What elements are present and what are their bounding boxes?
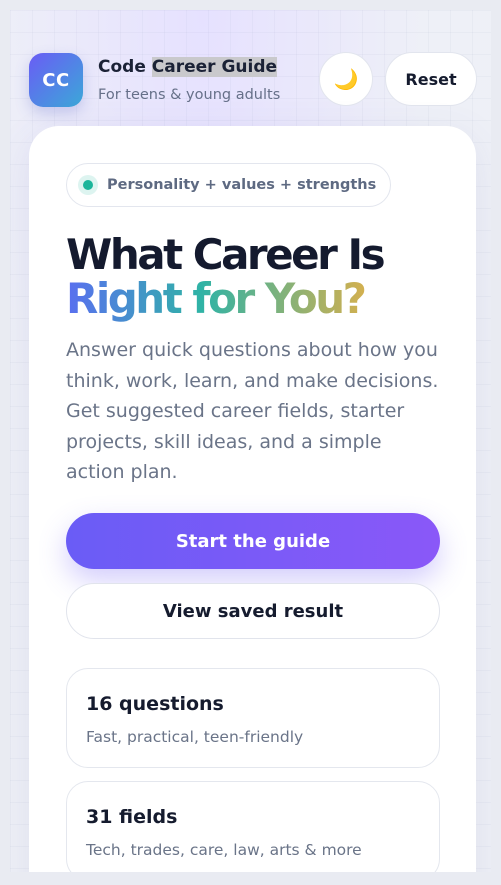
stat-description: Tech, trades, care, law, arts & more [86,841,362,859]
stat-description: Fast, practical, teen-friendly [86,728,304,746]
app-header: CC Code Career Guide For teens & young a… [10,10,491,120]
feature-pill: Personality + values + strengths [66,163,392,207]
headline-line-1: What Career Is [66,230,386,279]
theme-toggle-button[interactable]: 🌙 [319,52,373,106]
headline-line-2: Right for You? [66,274,367,323]
app-title-part2: Career Guide [151,57,278,77]
stat-card-fields: 31 fields Tech, trades, care, law, arts … [66,781,440,872]
view-saved-result-button[interactable]: View saved result [66,583,440,639]
hero-card: Personality + values + strengths What Ca… [29,126,476,872]
stat-title: 16 questions [86,693,224,715]
reset-button[interactable]: Reset [385,52,477,106]
start-guide-button[interactable]: Start the guide [66,513,440,569]
app-title-part1: Code [98,57,152,77]
moon-icon: 🌙 [333,67,359,91]
intro-description: Answer quick questions about how you thi… [66,339,439,483]
app-title: Code Career Guide [98,57,278,77]
app-subtitle: For teens & young adults [98,87,281,103]
app-logo: CC [29,53,83,107]
stat-title: 31 fields [86,806,178,828]
logo-text: CC [42,69,70,91]
status-dot-icon [83,180,93,190]
feature-pill-text: Personality + values + strengths [107,177,377,193]
app-frame: CC Code Career Guide For teens & young a… [10,10,491,872]
stat-card-questions: 16 questions Fast, practical, teen-frien… [66,668,440,768]
